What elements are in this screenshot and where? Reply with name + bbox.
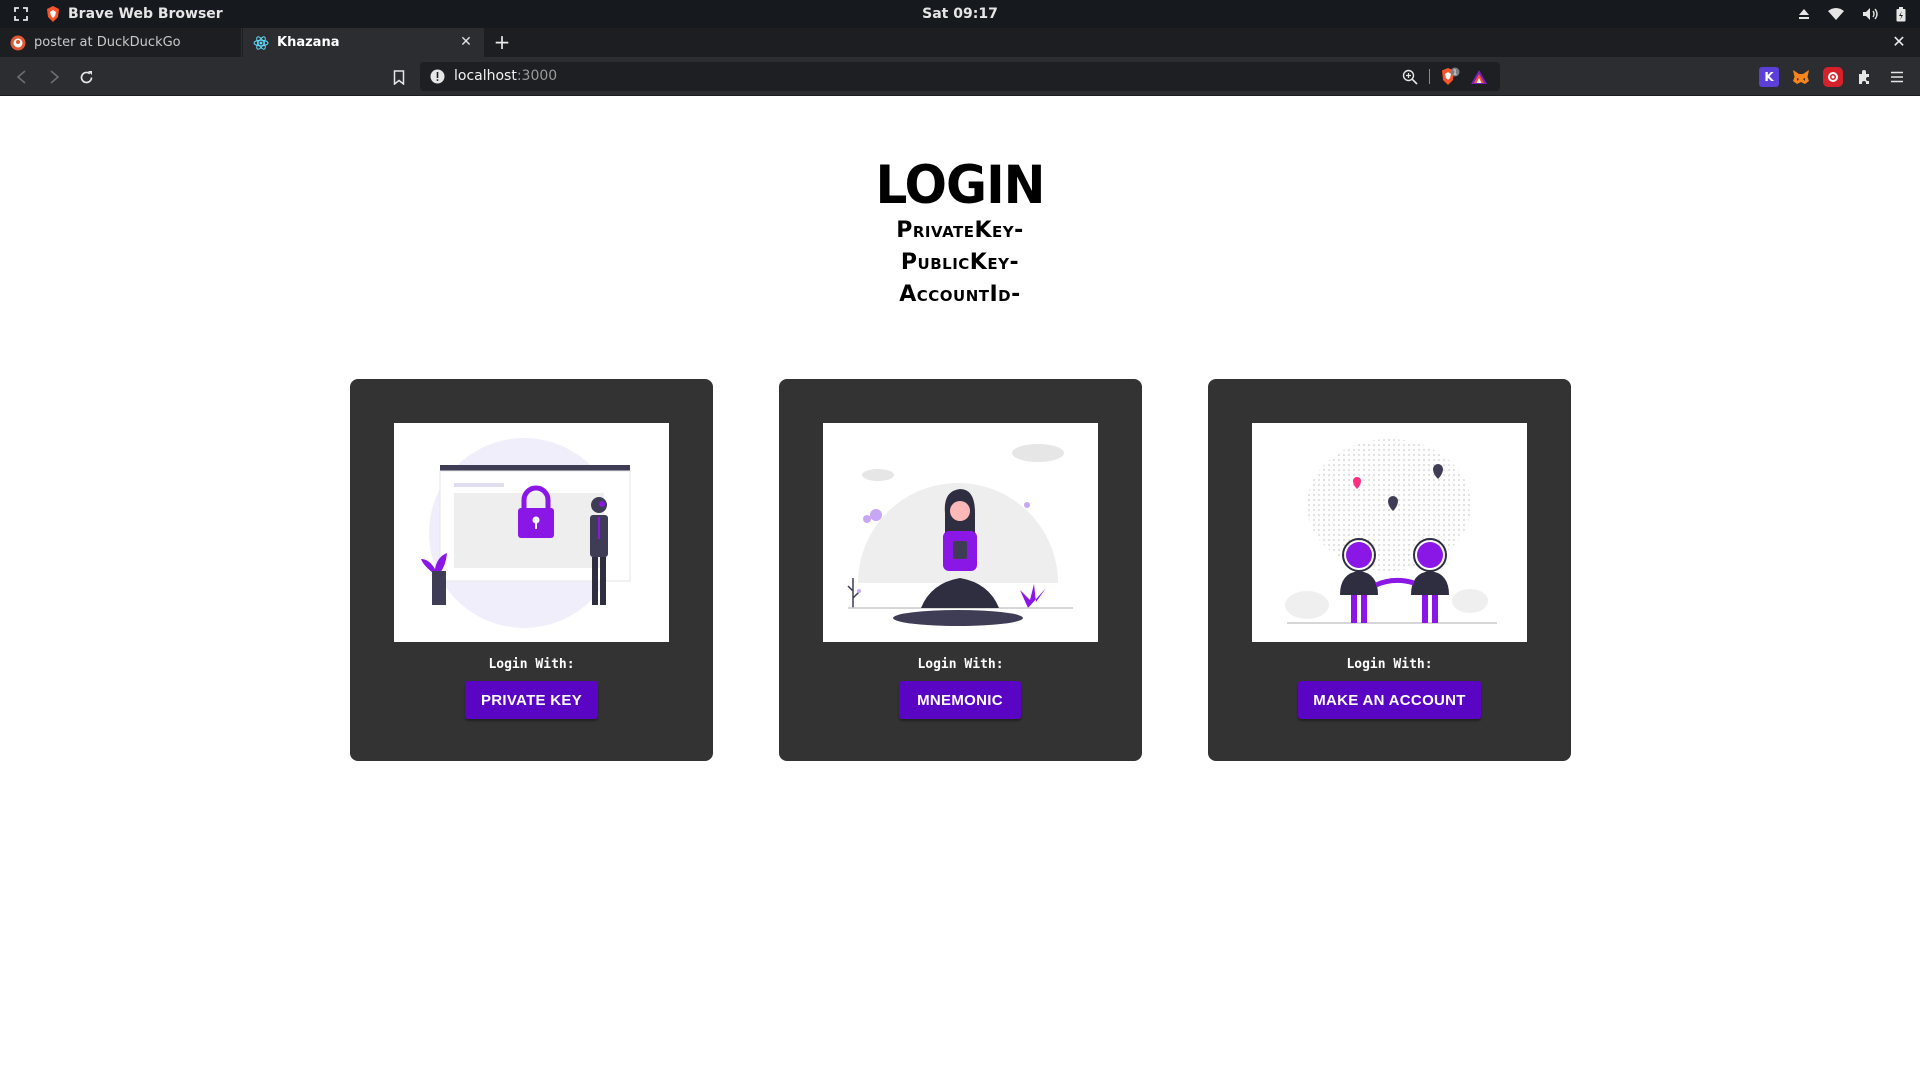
wifi-icon[interactable] [1828,8,1844,20]
tab-duckduckgo[interactable]: poster at DuckDuckGo [0,28,242,57]
extensions-puzzle-icon[interactable] [1855,67,1875,87]
mnemonic-button[interactable]: MNEMONIC [899,681,1021,719]
os-top-bar: Brave Web Browser Sat 09:17 [0,0,1920,28]
site-info-icon[interactable] [430,69,445,84]
page-content: LOGIN PrivateKey- PublicKey- AccountId- [0,96,1920,1080]
login-card-mnemonic: Login With: MNEMONIC [779,379,1142,761]
active-app[interactable]: Brave Web Browser [46,6,223,22]
menu-hamburger-icon[interactable] [1887,67,1907,87]
svg-text:1: 1 [1453,69,1457,77]
forward-arrow-icon[interactable] [43,66,65,88]
address-bar[interactable]: localhost:3000 1 [420,62,1500,91]
kalkulator-extension-icon[interactable]: K [1759,67,1779,87]
brave-lion-icon [46,6,60,22]
browser-toolbar: localhost:3000 1 K [0,57,1920,96]
security-lock-illustration [394,423,669,642]
tab-strip: poster at DuckDuckGo Khazana ✕ [0,28,1920,57]
login-with-label: Login With: [917,657,1004,672]
close-window-icon[interactable]: ✕ [1890,33,1908,51]
duckduckgo-icon [10,35,26,51]
volume-icon[interactable] [1862,7,1878,21]
battery-icon[interactable] [1896,6,1906,22]
system-clock[interactable]: Sat 09:17 [0,0,1920,28]
private-key-button[interactable]: PRIVATE KEY [465,681,598,719]
urlbar-separator [1429,69,1430,84]
meditating-woman-illustration [823,423,1098,642]
zoom-icon[interactable] [1402,69,1418,85]
tab-khazana[interactable]: Khazana ✕ [243,28,484,57]
eject-icon[interactable] [1798,8,1810,20]
subtitle-private-key: PrivateKey- [896,218,1024,243]
recorder-extension-icon[interactable] [1823,67,1843,87]
brave-rewards-icon[interactable] [1470,68,1488,86]
new-tab-plus-icon[interactable]: + [492,32,512,52]
login-card-make-account: Login With: MAKE AN ACCOUNT [1208,379,1571,761]
brave-shields-icon[interactable]: 1 [1440,67,1460,87]
login-with-label: Login With: [1346,657,1433,672]
tab-title: Khazana [277,35,340,50]
subtitle-account-id: AccountId- [899,282,1021,307]
world-map-handshake-illustration [1252,423,1527,642]
bookmark-icon[interactable] [388,66,410,88]
url-text: localhost:3000 [454,68,558,84]
fullscreen-icon[interactable] [14,7,28,21]
login-with-label: Login With: [488,657,575,672]
reload-icon[interactable] [75,66,97,88]
react-icon [253,35,269,51]
page-title: LOGIN [875,154,1045,216]
back-arrow-icon[interactable] [11,66,33,88]
subtitle-public-key: PublicKey- [900,250,1020,275]
active-app-name: Brave Web Browser [68,6,223,22]
metamask-fox-icon[interactable] [1791,67,1811,87]
make-account-button[interactable]: MAKE AN ACCOUNT [1298,681,1481,719]
close-tab-icon[interactable]: ✕ [458,34,474,50]
tab-title: poster at DuckDuckGo [34,35,181,50]
login-card-private-key: Login With: PRIVATE KEY [350,379,713,761]
